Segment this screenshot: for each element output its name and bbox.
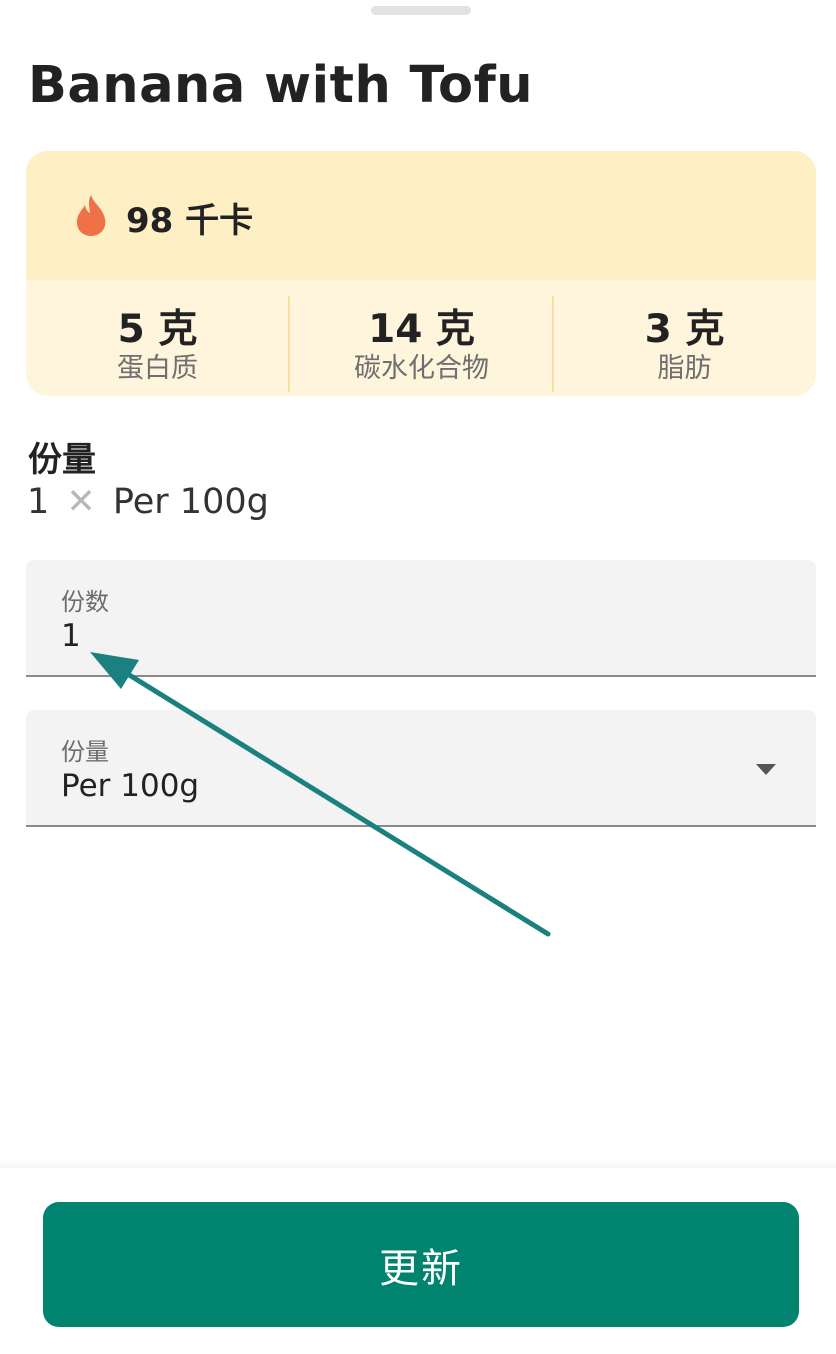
dropdown-arrow-icon[interactable] <box>756 764 776 775</box>
macro-carbs: 14 克 碳水化合物 <box>290 280 553 396</box>
macro-protein: 5 克 蛋白质 <box>26 280 289 396</box>
unit-select-label: 份量 <box>61 738 109 766</box>
flame-icon <box>76 195 106 236</box>
serving-quantity: 1 <box>27 482 50 522</box>
macro-label: 脂肪 <box>657 353 712 384</box>
times-icon: ✕ <box>66 482 96 522</box>
serving-unit: Per 100g <box>112 482 269 522</box>
unit-select-value[interactable]: Per 100g <box>61 768 661 804</box>
calories-value: 98 千卡 <box>126 201 254 241</box>
nutrition-card: 98 千卡 5 克 蛋白质 14 克 碳水化合物 3 克 脂肪 <box>26 151 816 396</box>
calorie-row: 98 千卡 <box>26 151 816 280</box>
update-button[interactable]: 更新 <box>43 1202 799 1327</box>
serving-heading: 份量 <box>28 440 96 480</box>
macro-label: 蛋白质 <box>117 353 198 384</box>
unit-select[interactable]: 份量 Per 100g <box>26 710 816 827</box>
servings-field-label: 份数 <box>61 588 109 616</box>
macro-fat: 3 克 脂肪 <box>553 280 816 396</box>
servings-input[interactable] <box>61 618 661 654</box>
serving-summary: 1 ✕ Per 100g <box>27 482 269 522</box>
drag-handle[interactable] <box>371 6 471 15</box>
macro-label: 碳水化合物 <box>354 353 489 384</box>
food-title: Banana with Tofu <box>28 56 534 115</box>
servings-field[interactable]: 份数 <box>26 560 816 677</box>
